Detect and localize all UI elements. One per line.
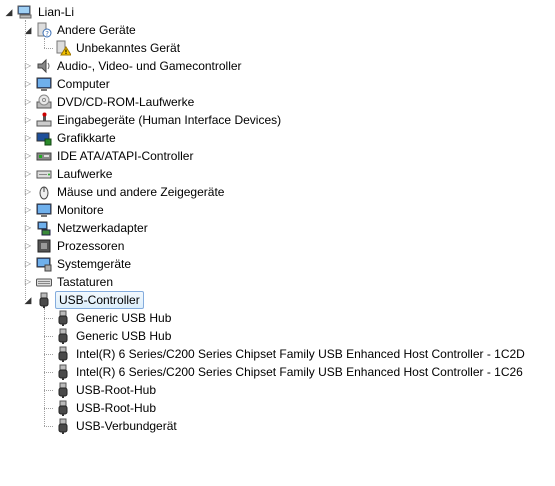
tree-connector [44, 48, 53, 49]
usb-plug-icon [55, 346, 71, 362]
unknown-device-category-icon: ? [36, 22, 52, 38]
category-tastaturen[interactable]: ▷ Tastaturen [0, 273, 555, 291]
usb-plug-icon [55, 418, 71, 434]
device-usb-verbundgeraet[interactable]: USB-Verbundgerät [0, 417, 555, 435]
category-label[interactable]: Laufwerke [55, 165, 114, 183]
keyboard-icon [36, 274, 52, 290]
category-label[interactable]: Netzwerkadapter [55, 219, 150, 237]
ide-controller-icon [36, 148, 52, 164]
device-label[interactable]: USB-Root-Hub [74, 399, 158, 417]
category-label[interactable]: IDE ATA/ATAPI-Controller [55, 147, 195, 165]
svg-text:?: ? [45, 30, 49, 38]
category-netzwerkadapter[interactable]: ▷ Netzwerkadapter [0, 219, 555, 237]
usb-plug-icon [55, 328, 71, 344]
tree-connector [44, 318, 53, 319]
tree-connector [25, 20, 26, 300]
usb-plug-icon [55, 364, 71, 380]
device-tree[interactable]: ◢ Lian-Li ◢? Andere Geräte Unbekanntes Gerät… [0, 0, 555, 486]
category-usb-controller[interactable]: ◢ USB-Controller [0, 291, 555, 309]
category-laufwerke[interactable]: ▷ Laufwerke [0, 165, 555, 183]
speaker-icon [36, 58, 52, 74]
warning-device-icon [55, 40, 71, 56]
category-computer[interactable]: ▷ Computer [0, 75, 555, 93]
category-dvd-cd-rom-laufwerke[interactable]: ▷ DVD/CD-ROM-Laufwerke [0, 93, 555, 111]
dvd-drive-icon [36, 94, 52, 110]
mouse-icon [36, 184, 52, 200]
tree-root[interactable]: ◢ Lian-Li [0, 3, 555, 21]
category-label[interactable]: Systemgeräte [55, 255, 133, 273]
device-generic-usb-hub[interactable]: Generic USB Hub [0, 327, 555, 345]
device-label[interactable]: Unbekanntes Gerät [74, 39, 182, 57]
category-ide-ata-atapi-controller[interactable]: ▷ IDE ATA/ATAPI-Controller [0, 147, 555, 165]
category-eingabegeraete-human-interface-devices[interactable]: ▷ Eingabegeräte (Human Interface Devices) [0, 111, 555, 129]
tree-connector [44, 390, 53, 391]
tree-connector [44, 408, 53, 409]
hid-icon [36, 112, 52, 128]
category-label[interactable]: Mäuse und andere Zeigegeräte [55, 183, 226, 201]
category-label[interactable]: Audio-, Video- und Gamecontroller [55, 57, 244, 75]
usb-plug-icon [55, 382, 71, 398]
display-adapter-icon [36, 130, 52, 146]
device-usb-root-hub[interactable]: USB-Root-Hub [0, 381, 555, 399]
category-maeuse-und-andere-zeigegeraete[interactable]: ▷ Mäuse und andere Zeigegeräte [0, 183, 555, 201]
category-monitore[interactable]: ▷ Monitore [0, 201, 555, 219]
monitor-icon [36, 76, 52, 92]
device-generic-usb-hub[interactable]: Generic USB Hub [0, 309, 555, 327]
category-label[interactable]: Prozessoren [55, 237, 126, 255]
category-audio-video-und-gamecontroller[interactable]: ▷ Audio-, Video- und Gamecontroller [0, 57, 555, 75]
category-label[interactable]: Computer [55, 75, 112, 93]
category-label[interactable]: Eingabegeräte (Human Interface Devices) [55, 111, 283, 129]
device-label[interactable]: Generic USB Hub [74, 327, 173, 345]
tree-connector [44, 372, 53, 373]
tree-connector [44, 38, 45, 48]
device-label[interactable]: Generic USB Hub [74, 309, 173, 327]
usb-plug-icon [55, 400, 71, 416]
disk-drive-icon [36, 166, 52, 182]
category-grafikkarte[interactable]: ▷ Grafikkarte [0, 129, 555, 147]
category-label[interactable]: Tastaturen [55, 273, 115, 291]
device-intel-r-6-series-c200-series-chipset-family-usb-enhanced-host-controller-1c26[interactable]: Intel(R) 6 Series/C200 Series Chipset Fa… [0, 363, 555, 381]
device-unbekanntes-geraet[interactable]: Unbekanntes Gerät [0, 39, 555, 57]
category-prozessoren[interactable]: ▷ Prozessoren [0, 237, 555, 255]
network-adapter-icon [36, 220, 52, 236]
category-label[interactable]: USB-Controller [55, 291, 144, 309]
category-label[interactable]: Grafikkarte [55, 129, 118, 147]
usb-plug-icon [36, 292, 52, 308]
usb-plug-icon [55, 310, 71, 326]
tree-connector [44, 426, 53, 427]
tree-connector [44, 336, 53, 337]
root-label[interactable]: Lian-Li [36, 3, 76, 21]
device-label[interactable]: Intel(R) 6 Series/C200 Series Chipset Fa… [74, 363, 525, 381]
collapse-arrow-icon[interactable]: ◢ [4, 3, 14, 21]
device-label[interactable]: USB-Verbundgerät [74, 417, 179, 435]
tree-connector [44, 354, 53, 355]
system-devices-icon [36, 256, 52, 272]
category-systemgeraete[interactable]: ▷ Systemgeräte [0, 255, 555, 273]
category-label[interactable]: Andere Geräte [55, 21, 138, 39]
category-label[interactable]: Monitore [55, 201, 106, 219]
tree-connector [44, 308, 45, 426]
device-label[interactable]: Intel(R) 6 Series/C200 Series Chipset Fa… [74, 345, 527, 363]
device-intel-r-6-series-c200-series-chipset-family-usb-enhanced-host-controller-1c2d[interactable]: Intel(R) 6 Series/C200 Series Chipset Fa… [0, 345, 555, 363]
device-label[interactable]: USB-Root-Hub [74, 381, 158, 399]
category-andere-geraete[interactable]: ◢? Andere Geräte [0, 21, 555, 39]
computer-root-icon [17, 4, 33, 20]
device-usb-root-hub[interactable]: USB-Root-Hub [0, 399, 555, 417]
monitor-icon [36, 202, 52, 218]
processor-icon [36, 238, 52, 254]
category-label[interactable]: DVD/CD-ROM-Laufwerke [55, 93, 196, 111]
